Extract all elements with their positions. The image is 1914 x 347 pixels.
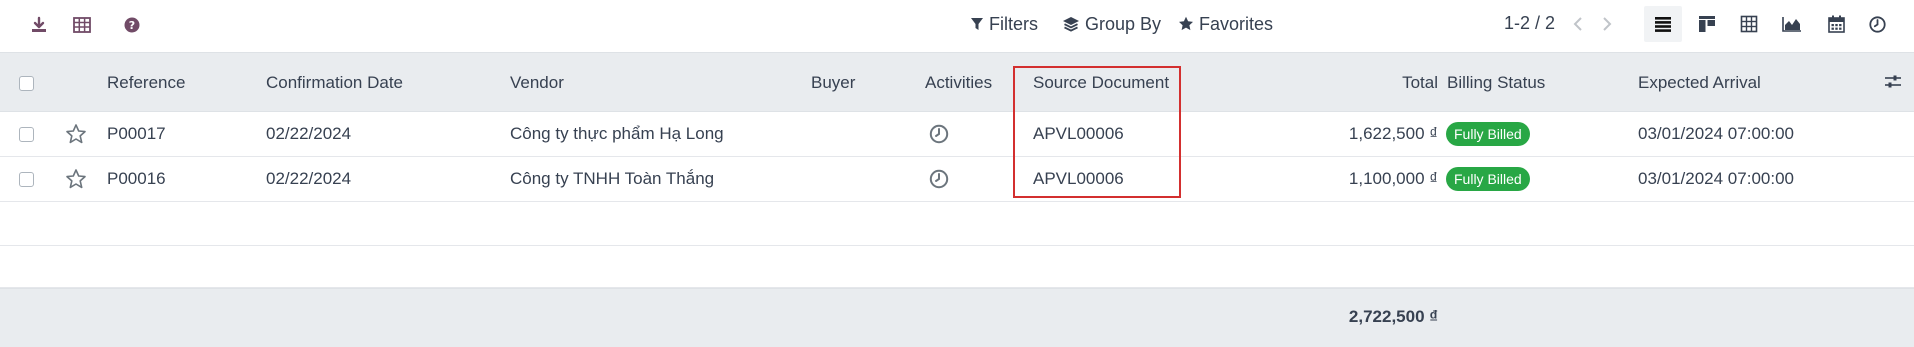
graph-view-button[interactable] [1773, 6, 1811, 42]
total-cell: 1,622,500 ₫ [1348, 124, 1438, 143]
svg-text:?: ? [129, 19, 135, 32]
source-document-cell: APVL00006 [1033, 169, 1124, 188]
area-chart-icon [1782, 17, 1801, 32]
kanban-icon [1699, 16, 1715, 32]
source-document-cell: APVL00006 [1033, 124, 1124, 143]
table-row[interactable]: P00016 02/22/2024 Công ty TNHH Toàn Thắn… [0, 157, 1914, 202]
column-header-reference[interactable]: Reference [107, 73, 185, 93]
column-header-expected-arrival[interactable]: Expected Arrival [1638, 73, 1761, 93]
star-icon[interactable] [65, 123, 87, 150]
pivot-view-button[interactable] [1730, 6, 1768, 42]
control-panel: ? Filters Group By Favorites 1-2 / 2 [0, 0, 1914, 52]
vendor-cell: Công ty TNHH Toàn Thắng [510, 169, 715, 188]
calendar-view-button[interactable] [1817, 6, 1855, 42]
column-header-vendor[interactable]: Vendor [510, 73, 564, 93]
total-sum: 2,722,500 ₫ [1348, 307, 1438, 326]
pager-previous-icon[interactable] [1568, 12, 1588, 36]
list-icon [1655, 17, 1671, 32]
column-header-total[interactable]: Total [1402, 73, 1438, 93]
favorites-button[interactable]: Favorites [1178, 13, 1273, 35]
filters-button[interactable]: Filters [970, 13, 1038, 35]
group-by-label: Group By [1085, 13, 1162, 34]
optional-columns-icon[interactable] [1884, 73, 1902, 96]
star-icon [1179, 16, 1193, 31]
total-cell: 1,100,000 ₫ [1348, 169, 1438, 188]
table-header: Reference Confirmation Date Vendor Buyer… [0, 52, 1914, 112]
billing-status-badge: Fully Billed [1446, 167, 1530, 191]
activity-clock-icon[interactable] [929, 169, 949, 194]
row-checkbox[interactable] [19, 172, 34, 187]
column-header-source-document[interactable]: Source Document [1033, 73, 1169, 93]
filter-icon [971, 18, 983, 30]
billing-status-badge: Fully Billed [1446, 122, 1530, 146]
activity-view-button[interactable] [1858, 6, 1896, 42]
vendor-cell: Công ty thực phẩm Hạ Long [510, 124, 724, 143]
pager-value[interactable]: 1-2 / 2 [1504, 13, 1555, 34]
reference-cell: P00016 [107, 169, 166, 188]
confirmation-date-cell: 02/22/2024 [266, 124, 352, 143]
column-header-confirmation-date[interactable]: Confirmation Date [266, 73, 403, 93]
expected-arrival-cell: 03/01/2024 07:00:00 [1638, 169, 1794, 188]
reference-cell: P00017 [107, 124, 166, 143]
pivot-icon [1740, 15, 1758, 33]
favorites-label: Favorites [1199, 13, 1274, 34]
layers-icon [1063, 17, 1079, 32]
select-all-checkbox[interactable] [19, 76, 34, 91]
column-header-buyer[interactable]: Buyer [811, 73, 855, 93]
expected-arrival-cell: 03/01/2024 07:00:00 [1638, 124, 1794, 143]
table-footer: 2,722,500 ₫ [0, 288, 1914, 347]
activity-clock-icon[interactable] [929, 124, 949, 149]
empty-row [0, 202, 1914, 246]
spreadsheet-icon[interactable] [69, 12, 95, 38]
star-icon[interactable] [65, 168, 87, 195]
group-by-button[interactable]: Group By [1062, 13, 1161, 35]
list-view-button[interactable] [1644, 6, 1682, 42]
column-header-activities[interactable]: Activities [925, 73, 992, 93]
pager-next-icon[interactable] [1597, 12, 1617, 36]
kanban-view-button[interactable] [1688, 6, 1726, 42]
download-icon[interactable] [26, 12, 52, 38]
help-icon[interactable]: ? [119, 12, 145, 38]
table-row[interactable]: P00017 02/22/2024 Công ty thực phẩm Hạ L… [0, 112, 1914, 157]
calendar-icon [1827, 15, 1845, 33]
column-header-billing-status[interactable]: Billing Status [1447, 73, 1545, 93]
confirmation-date-cell: 02/22/2024 [266, 169, 352, 188]
row-checkbox[interactable] [19, 127, 34, 142]
filters-label: Filters [989, 13, 1038, 34]
clock-icon [1868, 15, 1886, 33]
empty-row [0, 246, 1914, 288]
